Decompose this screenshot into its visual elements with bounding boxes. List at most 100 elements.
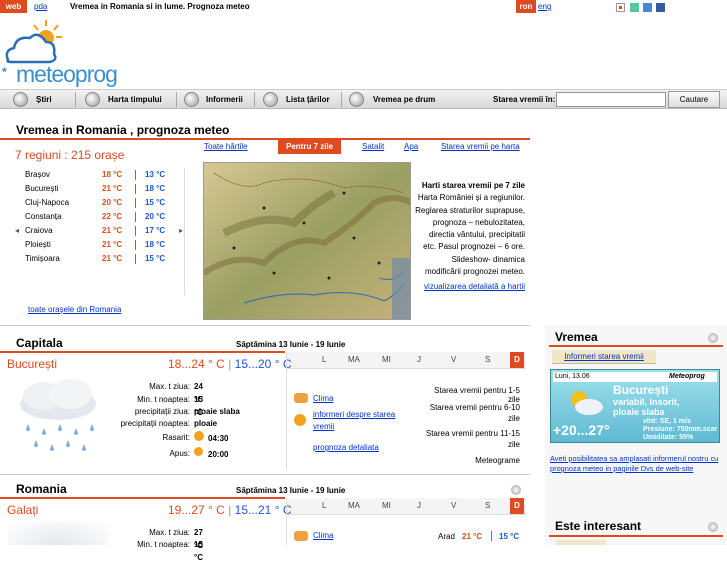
informer-date: Luni, 13.06 [555,373,590,380]
informer-info-link[interactable]: Aveti posibilitatea sa amplasati informe… [550,454,722,474]
meteograms[interactable]: Meteograme [420,456,520,465]
city-row[interactable]: Ploiești 21 °C 18 °C [25,238,185,252]
divider [0,138,530,140]
clima-link[interactable]: Clima [313,531,333,540]
search-button[interactable]: Cautare [668,91,720,108]
map-detail-link[interactable]: vizualizarea detaliată a hartii [415,281,525,293]
informer-brand: Meteoprog [669,373,705,380]
theme-swatch-blue[interactable] [643,3,652,12]
main-nav: Știri Harta timpului Informerii Lista ță… [0,89,727,109]
informer-temp: +20...27° [553,422,610,438]
day-tab[interactable]: V [451,498,456,514]
day-tab-active[interactable]: D [510,498,524,514]
day-tab[interactable]: L [322,498,326,514]
detailed-forecast-link[interactable]: prognoza detaliata [313,443,379,452]
globe-icon [263,92,278,107]
theme-swatch-white[interactable] [616,3,625,12]
settings-icon[interactable] [708,522,718,532]
page-title: Vremea in Romania , prognoza meteo [16,123,230,137]
sidebar-title: Vremea [555,330,598,344]
day-tab[interactable]: MI [382,352,391,368]
romania-temps: 19...27 ° C | 15...21 ° C [168,503,292,517]
nav-lista-tarilor[interactable]: Lista țărilor [286,90,330,109]
informer-icon [184,92,199,107]
nav-informerii[interactable]: Informerii [206,90,243,109]
map-icon [85,92,100,107]
day-tab[interactable]: MI [382,498,391,514]
nav-harta-timpului[interactable]: Harta timpului [108,90,162,109]
news-icon [13,92,28,107]
settings-icon[interactable] [511,485,521,495]
day-tab[interactable]: V [451,352,456,368]
forecast-6-10[interactable]: Starea vremii pentru 6-10 zile [420,402,520,424]
capital-title: Capitala [16,336,63,350]
capital-city[interactable]: București [7,357,57,371]
informer-wind: vînt: SE, 1 m/s [643,418,691,425]
day-tab[interactable]: J [417,498,421,514]
lang-ron[interactable]: ron [516,0,536,13]
map-description: Harti starea vremii pe 7 zile Harta Româ… [415,180,525,294]
all-maps-link[interactable]: Toate hărtile [204,141,248,153]
romania-city[interactable]: Galați [7,503,38,517]
city-row[interactable]: București 21 °C 18 °C [25,182,185,196]
stat-label: Max. t ziua: [149,382,190,391]
informers-link[interactable]: informeri despre starea vremii [313,409,398,433]
clima-link[interactable]: Clima [313,394,333,403]
day-tab[interactable]: S [485,498,490,514]
informer-tab[interactable]: Informeri starea vremii [552,350,656,364]
stat-label: Rasarit: [162,433,190,442]
nearby-low: 15 °C [499,532,520,541]
site-logo[interactable]: * meteoprog [0,16,120,87]
weather-informer[interactable]: Luni, 13.06 Meteoprog București variabil… [550,369,720,443]
sun-icon [294,414,306,426]
romania-map[interactable] [203,162,411,320]
settings-icon[interactable] [708,333,718,343]
romania-map-image [204,163,410,319]
divider [0,325,530,326]
car-icon [349,92,364,107]
car-icon [294,393,308,403]
tab-7-days[interactable]: Pentru 7 zile [278,140,342,154]
capital-week: Săptămina 13 Iunie - 19 Iunie [236,340,346,349]
sunset-icon [194,447,203,456]
search-input[interactable] [556,92,666,107]
scroll-left-icon[interactable]: ◂ [15,226,19,235]
tab-pda[interactable]: pda [34,2,47,11]
city-row[interactable]: Craiova 21 °C 17 °C [25,224,185,238]
theme-swatch-green[interactable] [630,3,639,12]
snowflake-icon: * [2,65,7,79]
city-row[interactable]: Brașov 18 °C 13 °C [25,168,185,182]
interest-tab[interactable] [556,540,606,545]
day-tab[interactable]: S [485,352,490,368]
theme-swatch-navy[interactable] [656,3,665,12]
day-tab[interactable]: L [322,352,326,368]
nearby-high: 21 °C [462,532,483,541]
map-desc-title: Harti starea vremii pe 7 zile [421,181,525,190]
capital-temps: 18...24 ° C | 15...20 ° C [168,357,292,371]
rain-cloud-icon [20,379,96,451]
day-tab[interactable]: J [417,352,421,368]
map-desc-text: Harta României și a regiunilor. Reglarea… [415,193,525,277]
city-row[interactable]: Timișoara 21 °C 15 °C [25,252,185,266]
city-row[interactable]: Constanța 22 °C 20 °C [25,210,185,224]
day-bar: L MA MI J V S D [286,498,526,515]
divider [0,351,285,353]
car-icon [294,531,308,541]
day-bar: L MA MI J V S D [286,352,526,369]
stat-label: Apus: [169,449,190,458]
city-row[interactable]: Cluj-Napoca 20 °C 15 °C [25,196,185,210]
tab-satellite[interactable]: Satalit [362,141,384,153]
tab-water[interactable]: Apa [404,141,418,153]
tab-web[interactable]: web [0,0,27,13]
day-tab[interactable]: MA [348,498,360,514]
nearby-city[interactable]: Arad [438,532,455,541]
regions-count: 7 regiuni : 215 orașe [15,148,125,162]
nav-stiri[interactable]: Știri [36,90,52,109]
tab-weather-map[interactable]: Starea vremii pe harta [441,141,520,153]
lang-eng[interactable]: eng [538,2,551,11]
day-tab-active[interactable]: D [510,352,524,368]
forecast-11-15[interactable]: Starea vremii pentru 11-15 zile [420,428,520,450]
nav-vremea-pe-drum[interactable]: Vremea pe drum [373,90,435,109]
all-cities-link[interactable]: toate orașele din Romania [28,305,121,314]
day-tab[interactable]: MA [348,352,360,368]
